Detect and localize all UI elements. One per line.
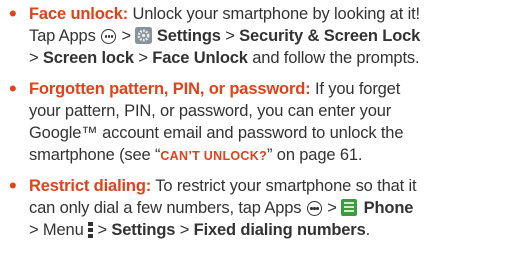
settings-gear-icon — [135, 27, 153, 44]
text: smartphone (see “ — [29, 146, 161, 164]
text: > — [133, 49, 153, 67]
bullet: • — [9, 76, 17, 101]
text: > — [322, 199, 342, 217]
text: and follow the prompts. — [247, 49, 420, 67]
text: > Menu — [29, 221, 89, 239]
text: > — [175, 221, 194, 239]
manual-page: • Face unlock: Unlock your smartphone by… — [0, 0, 510, 257]
line: smartphone (see “CAN’T UNLOCK?” on page … — [29, 144, 362, 167]
text: To restrict your smartphone so that it — [151, 177, 417, 195]
line: > Screen lock > Face Unlock and follow t… — [29, 47, 420, 69]
text: > — [93, 221, 112, 239]
text: can only dial a few numbers, tap Apps — [29, 199, 306, 217]
fixed-dialing-label: Fixed dialing numbers — [193, 221, 366, 239]
phone-app-icon — [341, 199, 358, 216]
screen-lock-label: Screen lock — [42, 49, 134, 67]
text: If you forget — [310, 80, 401, 98]
bullet: • — [9, 1, 17, 26]
line: Tap Apps > Settings > Security & Screen … — [29, 25, 420, 47]
term-face-unlock: Face unlock: — [29, 5, 129, 23]
line: Restrict dialing: To restrict your smart… — [29, 175, 417, 197]
line: Face unlock: Unlock your smartphone by l… — [29, 3, 420, 25]
line: Google™ account email and password to un… — [29, 124, 404, 142]
text: . — [365, 221, 371, 239]
settings-label: Settings — [111, 221, 176, 239]
term-restrict-dialing: Restrict dialing: — [29, 177, 152, 195]
text: > — [29, 49, 43, 67]
text: > — [117, 27, 136, 45]
apps-icon — [306, 201, 322, 216]
text: > — [220, 27, 240, 45]
text: ” on page 61. — [267, 146, 363, 164]
phone-label: Phone — [363, 199, 414, 217]
line: your pattern, PIN, or password, you can … — [29, 102, 392, 120]
bullet: • — [9, 173, 17, 198]
line: Forgotten pattern, PIN, or password: If … — [29, 78, 400, 100]
menu-icon — [88, 222, 94, 238]
security-label: Security & Screen Lock — [239, 27, 421, 45]
term-forgotten-pattern: Forgotten pattern, PIN, or password: — [29, 80, 311, 98]
text: Tap Apps — [29, 27, 101, 45]
face-unlock-label: Face Unlock — [152, 49, 248, 67]
settings-label: Settings — [156, 27, 221, 45]
cant-unlock-link[interactable]: CAN’T UNLOCK? — [160, 149, 267, 163]
apps-icon — [101, 29, 117, 44]
line: > Menu > Settings > Fixed dialing number… — [29, 219, 370, 241]
text: Unlock your smartphone by looking at it! — [128, 5, 420, 23]
line: can only dial a few numbers, tap Apps > … — [29, 197, 413, 219]
